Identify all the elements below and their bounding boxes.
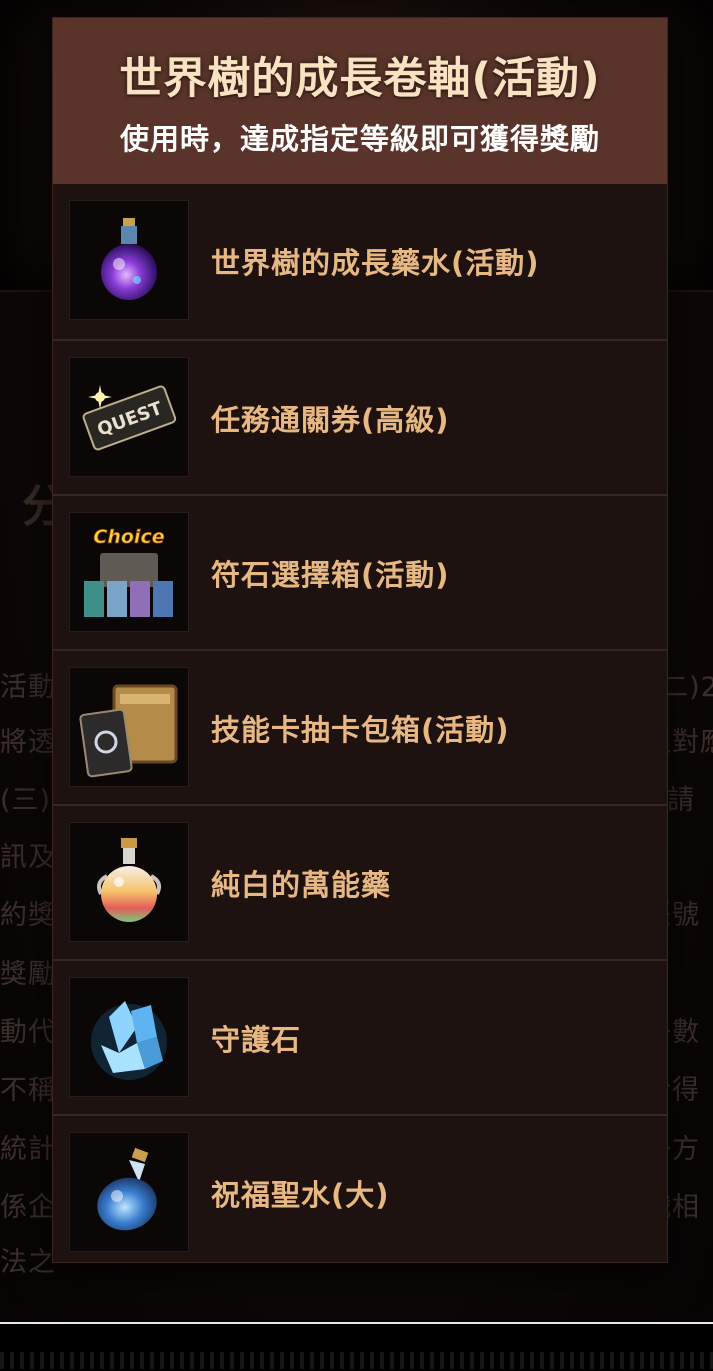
holy-water-icon (69, 1132, 189, 1252)
reward-list-modal: 世界樹的成長卷軸(活動) 使用時，達成指定等級即可獲得獎勵 世界樹的成長藥水(活… (53, 18, 667, 1262)
reward-item-label: 世界樹的成長藥水(活動) (211, 246, 540, 280)
modal-subtitle: 使用時，達成指定等級即可獲得獎勵 (119, 122, 600, 156)
reward-item-label: 任務通關券(高級) (211, 403, 450, 437)
white-elixir-icon (69, 822, 189, 942)
reward-item-label: 純白的萬能藥 (211, 868, 392, 902)
reward-item: QUEST 任務通關券(高級) (53, 339, 667, 494)
skill-card-box-icon (69, 667, 189, 787)
potion-icon (69, 200, 189, 320)
reward-item: Choice 符石選擇箱(活動) (53, 494, 667, 649)
background-text-line: 法之 (0, 1247, 56, 1278)
reward-item: 技能卡抽卡包箱(活動) (53, 649, 667, 804)
bottom-text-fragment (0, 1352, 713, 1369)
choice-text: Choice (93, 526, 164, 548)
reward-item-list: 世界樹的成長藥水(活動) QUEST 任務通關券(高級) Choice 符石選擇… (53, 184, 667, 1269)
reward-item: 純白的萬能藥 (53, 804, 667, 959)
reward-item-label: 守護石 (211, 1023, 302, 1057)
reward-item: 守護石 (53, 959, 667, 1114)
background-text-line: 獎勵 (0, 959, 56, 990)
reward-item-label: 祝福聖水(大) (211, 1178, 390, 1212)
quest-ticket-icon: QUEST (69, 357, 189, 477)
modal-header: 世界樹的成長卷軸(活動) 使用時，達成指定等級即可獲得獎勵 (53, 18, 667, 184)
reward-item: 祝福聖水(大) (53, 1114, 667, 1269)
reward-item-label: 技能卡抽卡包箱(活動) (211, 713, 510, 747)
rune-choice-box-icon: Choice (69, 512, 189, 632)
guardian-stone-icon (69, 977, 189, 1097)
reward-item-label: 符石選擇箱(活動) (211, 558, 450, 592)
modal-title: 世界樹的成長卷軸(活動) (119, 54, 601, 104)
reward-item: 世界樹的成長藥水(活動) (53, 184, 667, 339)
